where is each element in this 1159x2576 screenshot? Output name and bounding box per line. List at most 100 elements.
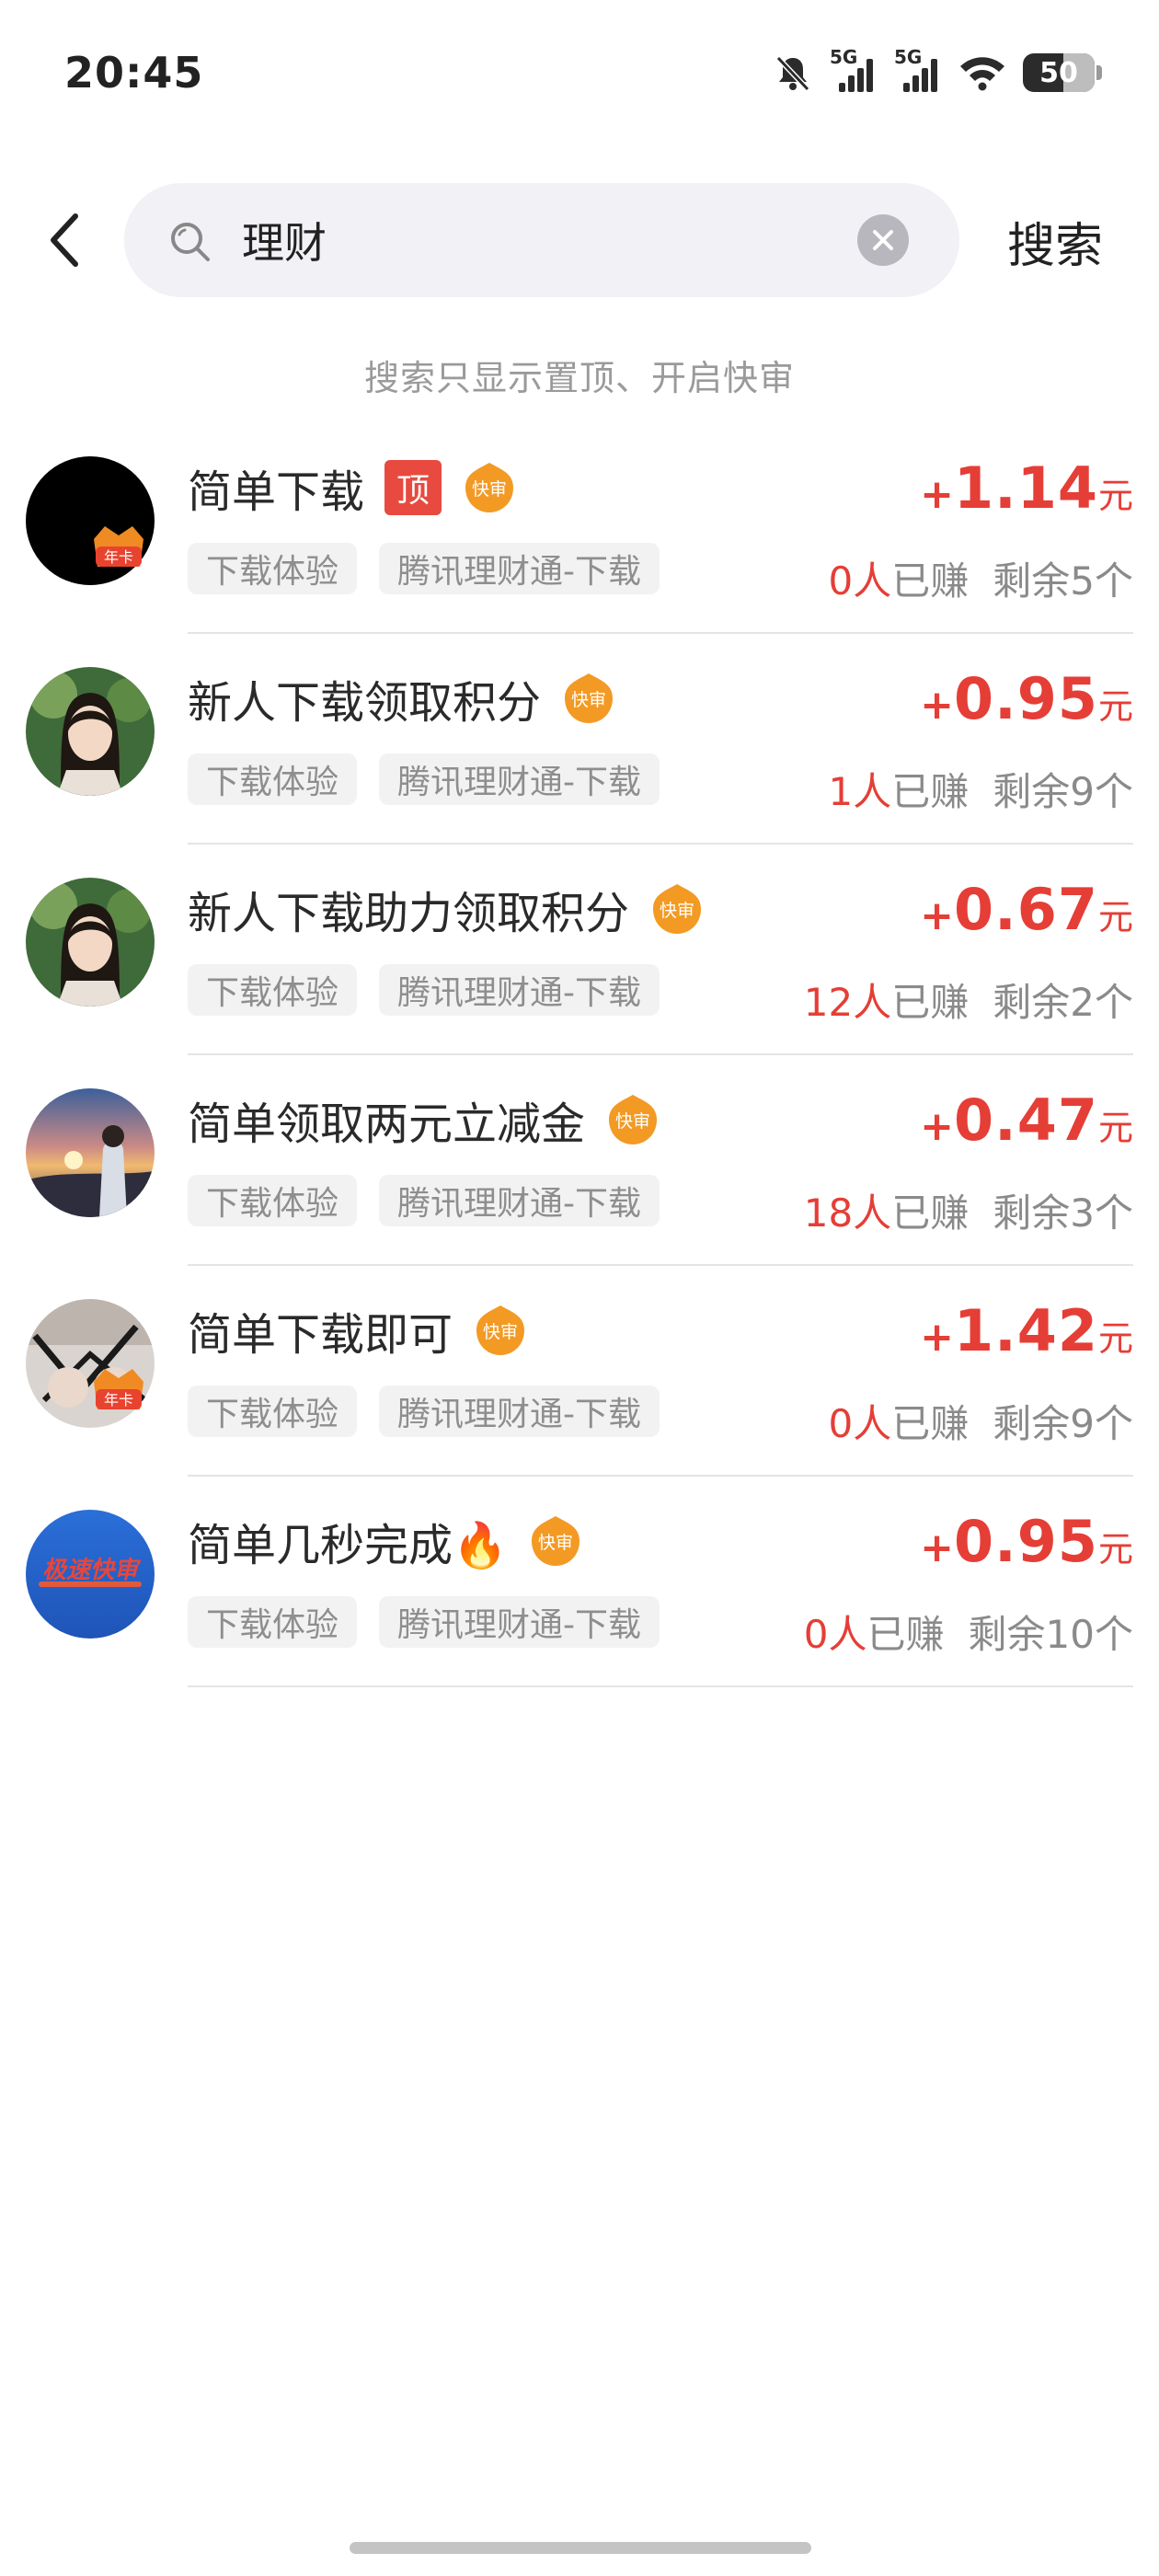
task-tag: 下载体验 bbox=[188, 1386, 358, 1437]
remaining-count: 剩余9个 bbox=[993, 1401, 1133, 1446]
back-button[interactable] bbox=[35, 205, 94, 275]
task-title: 简单下载 bbox=[188, 466, 365, 518]
task-tag: 腾讯理财通-下载 bbox=[379, 753, 660, 805]
svg-text:快审: 快审 bbox=[538, 1533, 573, 1553]
fast-review-badge-icon: 快审 bbox=[531, 1516, 580, 1566]
pinned-tag: 顶 bbox=[384, 460, 442, 515]
year-card-label: 年卡 bbox=[104, 1391, 133, 1409]
avatar bbox=[26, 1088, 155, 1217]
search-header: 搜索 bbox=[0, 179, 1159, 301]
task-tags: 下载体验 腾讯理财通-下载 bbox=[188, 1175, 660, 1226]
task-title-row: 简单几秒完成🔥 快审 bbox=[188, 1508, 583, 1574]
earned-count: 0人 bbox=[828, 1401, 892, 1446]
task-tag: 下载体验 bbox=[188, 1596, 358, 1648]
task-title: 简单下载即可 bbox=[188, 1309, 453, 1361]
reward-amount: +1.42 元 bbox=[920, 1297, 1133, 1364]
svg-text:快审: 快审 bbox=[472, 479, 507, 500]
task-title-row: 简单下载 顶 快审 bbox=[188, 454, 517, 521]
search-button[interactable]: 搜索 bbox=[1007, 207, 1103, 276]
task-tags: 下载体验 腾讯理财通-下载 bbox=[188, 964, 660, 1016]
fast-review-badge-icon: 快审 bbox=[476, 1305, 525, 1355]
wifi-icon bbox=[960, 57, 1004, 91]
reward-amount: +0.95 元 bbox=[920, 1508, 1133, 1575]
year-card-badge-icon: 年卡 bbox=[94, 1369, 143, 1409]
task-tag: 下载体验 bbox=[188, 753, 358, 805]
earned-count: 0人 bbox=[803, 1612, 867, 1657]
svg-text:快审: 快审 bbox=[571, 690, 606, 710]
task-tags: 下载体验 腾讯理财通-下载 bbox=[188, 753, 660, 805]
task-title: 简单领取两元立减金 bbox=[188, 1098, 586, 1150]
task-item[interactable]: 年卡 简单下载 顶 快审 下载体验 腾讯理财通-下载 +1.14 元 0人已赚 剩… bbox=[0, 423, 1159, 634]
task-tag: 腾讯理财通-下载 bbox=[379, 964, 660, 1016]
reward-amount: +1.14 元 bbox=[920, 454, 1133, 522]
fast-review-badge-icon: 快审 bbox=[653, 884, 702, 934]
task-title: 新人下载领取积分 bbox=[188, 677, 542, 729]
task-tag: 腾讯理财通-下载 bbox=[379, 1386, 660, 1437]
search-box[interactable] bbox=[124, 183, 959, 297]
status-icons: 5G 5G 50 bbox=[773, 46, 1102, 94]
task-tag: 下载体验 bbox=[188, 1175, 358, 1226]
task-stats: 12人已赚 剩余2个 bbox=[804, 972, 1133, 1028]
remaining-count: 剩余10个 bbox=[968, 1612, 1133, 1657]
task-tags: 下载体验 腾讯理财通-下载 bbox=[188, 1386, 660, 1437]
signal-icon-2: 5G bbox=[894, 46, 942, 94]
avatar bbox=[26, 667, 155, 796]
chevron-left-icon bbox=[51, 213, 78, 267]
close-icon bbox=[873, 230, 893, 250]
search-input[interactable] bbox=[242, 203, 840, 277]
remaining-count: 剩余5个 bbox=[993, 558, 1133, 604]
earned-count: 0人 bbox=[828, 558, 892, 604]
earned-count: 12人 bbox=[803, 980, 892, 1025]
earned-count: 18人 bbox=[803, 1190, 892, 1236]
task-title-row: 简单领取两元立减金 快审 bbox=[188, 1087, 660, 1153]
task-tag: 腾讯理财通-下载 bbox=[379, 1596, 660, 1648]
task-title: 简单几秒完成🔥 bbox=[188, 1520, 508, 1571]
search-icon bbox=[171, 223, 210, 261]
year-card-label: 年卡 bbox=[104, 548, 133, 566]
remaining-count: 剩余9个 bbox=[993, 769, 1133, 814]
task-tags: 下载体验 腾讯理财通-下载 bbox=[188, 543, 660, 594]
divider bbox=[188, 1685, 1133, 1687]
task-item[interactable]: 新人下载领取积分 快审 下载体验 腾讯理财通-下载 +0.95 元 1人已赚 剩余… bbox=[0, 634, 1159, 845]
status-bar: 20:45 5G 5G 50 bbox=[0, 0, 1159, 156]
task-tag: 腾讯理财通-下载 bbox=[379, 543, 660, 594]
task-title-row: 新人下载领取积分 快审 bbox=[188, 665, 616, 731]
task-item[interactable]: 简单领取两元立减金 快审 下载体验 腾讯理财通-下载 +0.47 元 18人已赚 … bbox=[0, 1055, 1159, 1266]
signal-icon: 5G bbox=[830, 46, 878, 94]
avatar-brand-text: 极速快审 bbox=[42, 1557, 142, 1584]
svg-text:快审: 快审 bbox=[660, 901, 694, 921]
task-item[interactable]: 极速快审 简单几秒完成🔥 快审 下载体验 腾讯理财通-下载 +0.95 元 0人已… bbox=[0, 1477, 1159, 1687]
remaining-count: 剩余2个 bbox=[993, 980, 1133, 1025]
task-list: 年卡 简单下载 顶 快审 下载体验 腾讯理财通-下载 +1.14 元 0人已赚 剩… bbox=[0, 423, 1159, 1687]
task-stats: 0人已赚 剩余9个 bbox=[829, 1393, 1133, 1449]
year-card-badge-icon: 年卡 bbox=[94, 526, 143, 567]
task-title-row: 简单下载即可 快审 bbox=[188, 1297, 528, 1363]
svg-text:快审: 快审 bbox=[483, 1322, 518, 1342]
reward-amount: +0.67 元 bbox=[920, 876, 1133, 943]
avatar bbox=[26, 878, 155, 1006]
svg-text:快审: 快审 bbox=[615, 1111, 650, 1132]
task-tag: 下载体验 bbox=[188, 964, 358, 1016]
fast-review-badge-icon: 快审 bbox=[465, 463, 514, 512]
earned-count: 1人 bbox=[828, 769, 892, 814]
reward-amount: +0.95 元 bbox=[920, 665, 1133, 732]
task-title: 新人下载助力领取积分 bbox=[188, 888, 630, 939]
task-tag: 下载体验 bbox=[188, 543, 358, 594]
task-stats: 18人已赚 剩余3个 bbox=[804, 1182, 1133, 1238]
status-time: 20:45 bbox=[64, 48, 204, 98]
battery-icon: 50 bbox=[1023, 53, 1102, 92]
home-indicator[interactable] bbox=[350, 2542, 811, 2554]
clear-button[interactable] bbox=[857, 214, 909, 266]
fast-review-badge-icon: 快审 bbox=[609, 1095, 658, 1144]
task-title-row: 新人下载助力领取积分 快审 bbox=[188, 876, 705, 942]
task-tag: 腾讯理财通-下载 bbox=[379, 1175, 660, 1226]
task-stats: 0人已赚 剩余5个 bbox=[829, 550, 1133, 606]
battery-level: 50 bbox=[1039, 56, 1078, 89]
reward-amount: +0.47 元 bbox=[920, 1087, 1133, 1154]
task-item[interactable]: 新人下载助力领取积分 快审 下载体验 腾讯理财通-下载 +0.67 元 12人已赚… bbox=[0, 845, 1159, 1055]
task-stats: 1人已赚 剩余9个 bbox=[829, 761, 1133, 817]
task-item[interactable]: 年卡 简单下载即可 快审 下载体验 腾讯理财通-下载 +1.42 元 0人已赚 剩… bbox=[0, 1266, 1159, 1477]
avatar: 极速快审 bbox=[26, 1510, 155, 1639]
fast-review-badge-icon: 快审 bbox=[565, 673, 614, 723]
bell-muted-icon bbox=[775, 55, 810, 92]
